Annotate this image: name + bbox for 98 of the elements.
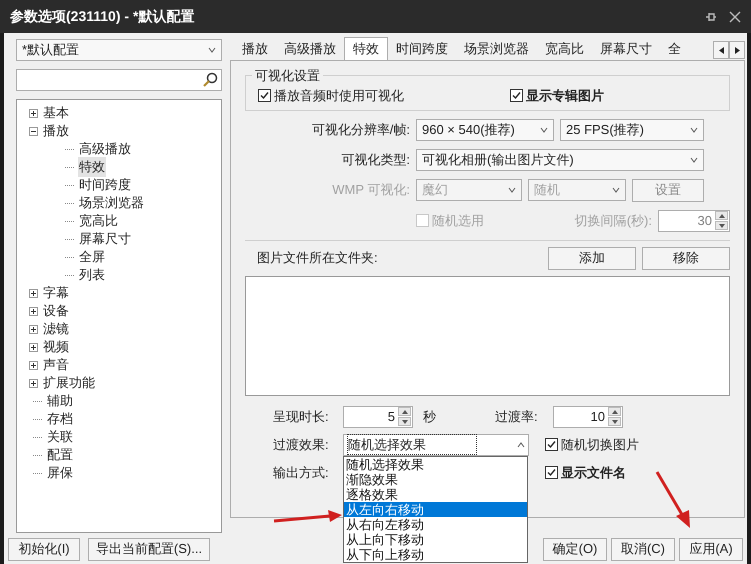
tree-item[interactable]: 设备 [42,301,70,321]
tree-item[interactable]: 滤镜 [42,319,70,339]
footer-button[interactable]: 初始化(I) [8,538,80,560]
expand-icon[interactable] [29,378,38,388]
spin-up-icon[interactable] [715,211,728,220]
spin-down-icon[interactable] [715,221,728,230]
tab[interactable]: 时间跨度 [388,39,456,60]
type-dropdown[interactable]: 可视化相册(输出图片文件) [416,148,704,170]
spin-down-icon[interactable] [608,417,621,426]
expand-icon[interactable] [29,360,38,370]
collapse-icon[interactable] [29,126,38,136]
search-icon[interactable] [202,72,218,88]
tree-item[interactable]: 宽高比 [78,211,119,231]
spin-up-icon[interactable] [608,407,621,416]
tree-item[interactable]: 特效 [78,157,106,177]
tree-item[interactable]: 字幕 [42,283,70,303]
caret-icon [540,126,548,132]
dropdown-option[interactable]: 从左向右移动 [344,502,527,516]
scroll-left-icon[interactable] [713,41,729,59]
footer-button[interactable]: 导出当前配置(S)... [88,538,210,560]
tree-item[interactable]: 辅助 [46,391,74,411]
tab[interactable]: 特效 [344,37,388,60]
checkbox[interactable] [545,466,558,479]
close-icon[interactable] [729,10,741,22]
field-label: 可视化类型: [340,150,410,169]
tab[interactable]: 宽高比 [537,39,592,60]
caret-icon [508,187,516,193]
field-label: 呈现时长: [273,408,330,426]
tab[interactable]: 全 [660,39,689,60]
tree-item[interactable]: 全屏 [78,247,106,267]
footer-button[interactable]: 确定(O) [543,538,607,560]
tree-item[interactable]: 播放 [42,121,70,141]
spin-down-icon[interactable] [398,417,411,426]
tab[interactable]: 播放 [234,39,276,60]
field-label: 过渡率: [495,408,539,426]
dropdown-option[interactable]: 渐隐效果 [344,472,527,486]
profile-dropdown[interactable]: *默认配置 [16,39,222,61]
tree-item[interactable]: 扩展功能 [42,373,96,393]
checkbox[interactable] [258,89,271,102]
field-label: 图片文件所在文件夹: [257,249,378,268]
tree-item[interactable]: 屏保 [46,463,74,483]
dropdown-option[interactable]: 从上向下移动 [344,532,527,546]
checkbox-label: 显示文件名 [561,464,626,482]
tree-item[interactable]: 基本 [42,103,70,123]
tree-item[interactable]: 屏幕尺寸 [78,229,132,249]
checkbox-label: 播放音频时使用可视化 [274,87,404,105]
caret-icon [208,47,216,53]
tab[interactable]: 屏幕尺寸 [592,39,660,60]
window-title: 参数选项(231110) - *默认配置 [10,7,194,26]
tree-item[interactable]: 时间跨度 [78,175,132,195]
checkbox-label: 显示专辑图片 [526,87,604,105]
dropdown-option[interactable]: 从下向上移动 [344,546,527,562]
rate-spinner[interactable]: 10 [553,406,623,428]
expand-icon[interactable] [29,324,38,334]
search-field[interactable] [16,69,222,91]
effect-dropdown[interactable]: 随机选择效果 [343,434,529,456]
footer-button[interactable]: 取消(C) [611,538,675,560]
fps-dropdown[interactable]: 25 FPS(推荐) [560,118,704,140]
expand-icon[interactable] [29,306,38,316]
tree-item[interactable]: 高级播放 [78,139,132,159]
field-label: 切换间隔(秒): [574,212,652,230]
caret-icon [517,442,525,448]
caret-icon [690,126,698,132]
tree-item[interactable]: 场景浏览器 [78,193,145,213]
pin-icon[interactable] [705,10,717,22]
field-label: 可视化分辨率/帧: [310,120,410,139]
field-label: 过渡效果: [273,436,330,454]
tree-item[interactable]: 声音 [42,355,70,375]
caret-icon [690,156,698,162]
tree-item[interactable]: 关联 [46,427,74,447]
field-label: 输出方式: [273,464,330,482]
scroll-right-icon[interactable] [729,41,745,59]
duration-spinner[interactable]: 5 [343,406,413,428]
tree-item[interactable]: 视频 [42,337,70,357]
checkbox[interactable] [545,438,558,452]
field-label: WMP 可视化: [331,181,410,200]
tree-item[interactable]: 列表 [78,265,106,285]
dropdown-option[interactable]: 从右向左移动 [344,516,527,532]
expand-icon[interactable] [29,288,38,298]
checkbox-label: 随机切换图片 [561,436,639,454]
tree-item[interactable]: 存档 [46,409,74,429]
tree-item[interactable]: 配置 [46,445,74,465]
checkbox[interactable] [510,89,523,102]
caret-icon [612,187,620,193]
folder-button[interactable]: 添加 [548,246,636,270]
tab[interactable]: 高级播放 [276,39,344,60]
expand-icon[interactable] [29,108,38,118]
annotation-arrow [272,508,344,524]
spin-up-icon[interactable] [398,407,411,416]
dropdown-option[interactable]: 随机选择效果 [344,456,527,472]
expand-icon[interactable] [29,342,38,352]
tab[interactable]: 场景浏览器 [456,39,537,60]
unit-label: 秒 [423,408,437,426]
dropdown-option[interactable]: 逐格效果 [344,486,527,502]
resolution-dropdown[interactable]: 960 × 540(推荐) [416,118,554,140]
folder-button[interactable]: 移除 [642,246,730,270]
footer-button[interactable]: 应用(A) [679,538,743,560]
checkbox-label: 随机选用 [432,212,484,230]
